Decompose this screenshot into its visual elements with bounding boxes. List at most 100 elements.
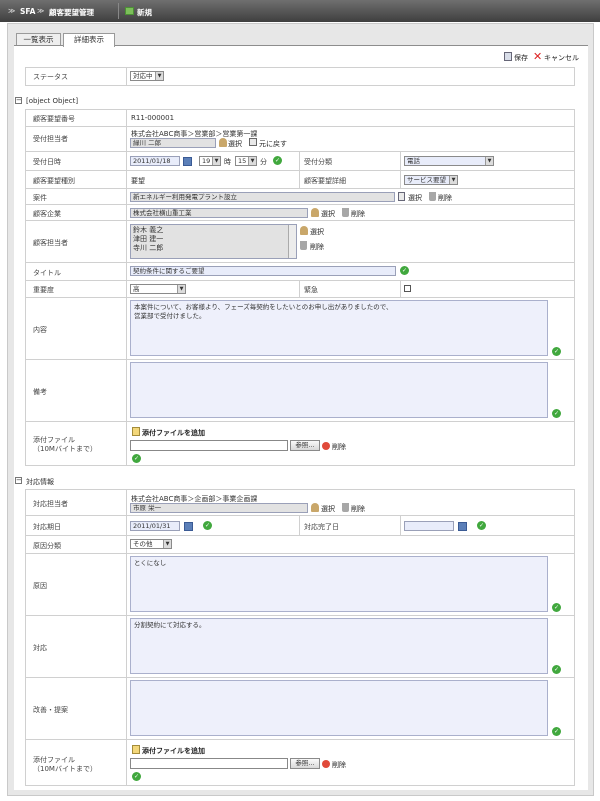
request-detail-select[interactable]: サービス要望 ▼ xyxy=(404,175,458,185)
received-at-label: 受付日時 xyxy=(33,158,61,166)
company-label: 顧客企業 xyxy=(33,210,61,218)
divider xyxy=(126,489,127,786)
divider xyxy=(25,170,575,171)
project-label: 案件 xyxy=(33,194,47,202)
calendar-icon[interactable] xyxy=(458,522,467,531)
project-delete-button[interactable]: 削除 xyxy=(438,193,452,203)
divider xyxy=(25,739,575,740)
contacts-label: 顧客担当者 xyxy=(33,239,68,247)
calendar-icon[interactable] xyxy=(183,157,192,166)
response-textarea[interactable]: 分割契約にて対応する。 xyxy=(130,618,548,674)
status-value: 対応中 xyxy=(133,72,153,80)
cause-type-select[interactable]: その他 ▼ xyxy=(130,539,172,549)
reception-type-select[interactable]: 電話 ▼ xyxy=(404,156,494,166)
delete-icon xyxy=(322,442,330,450)
due-date-input[interactable]: 2011/01/31 xyxy=(130,521,180,531)
project-select-button[interactable]: 選択 xyxy=(408,193,422,203)
receiver-select-button[interactable]: 選択 xyxy=(228,139,242,149)
new-tab[interactable]: 新規 xyxy=(137,7,152,18)
divider xyxy=(25,126,575,127)
hour-select[interactable]: 19 ▼ xyxy=(199,156,221,166)
cancel-button[interactable]: キャンセル xyxy=(544,53,579,63)
chevron-down-icon: ▼ xyxy=(449,176,457,184)
save-button[interactable]: 保存 xyxy=(514,53,528,63)
valid-check-icon: ✓ xyxy=(132,772,141,781)
valid-check-icon: ✓ xyxy=(400,266,409,275)
improve-textarea[interactable] xyxy=(130,680,548,736)
collapse-icon[interactable]: − xyxy=(15,97,22,104)
divider xyxy=(25,280,575,281)
valid-check-icon: ✓ xyxy=(273,156,282,165)
request-detail-value: サービス要望 xyxy=(407,176,446,184)
content-textarea[interactable]: 本案件について、お客様より、フェーズ毎契約をしたいとのお申し出がありましたので、… xyxy=(130,300,548,356)
attach-delete-button[interactable]: 削除 xyxy=(332,442,346,452)
company-delete-button[interactable]: 削除 xyxy=(351,209,365,219)
divider xyxy=(25,359,575,360)
file-path-input[interactable] xyxy=(130,758,288,769)
divider xyxy=(400,280,401,297)
chevron-down-icon: ▼ xyxy=(212,157,220,165)
reception-type-value: 電話 xyxy=(407,157,420,165)
priority-select[interactable]: 高 ▼ xyxy=(130,284,186,294)
divider xyxy=(126,67,127,86)
divider xyxy=(400,151,401,188)
hour-value: 19 xyxy=(202,157,211,165)
company-field: 株式会社横山重工業 xyxy=(130,208,308,218)
attachment-icon xyxy=(132,745,140,754)
urgent-checkbox[interactable] xyxy=(404,285,411,292)
valid-check-icon: ✓ xyxy=(477,521,486,530)
done-date-input[interactable] xyxy=(404,521,454,531)
breadcrumb-app[interactable]: SFA xyxy=(20,7,35,16)
save-icon xyxy=(504,52,512,61)
divider xyxy=(299,280,300,297)
handler-select-button[interactable]: 選択 xyxy=(321,504,335,514)
breadcrumb-module[interactable]: 顧客要望管理 xyxy=(49,7,94,18)
divider xyxy=(25,151,575,152)
valid-check-icon: ✓ xyxy=(552,727,561,736)
status-row xyxy=(25,67,575,86)
contacts-select-button[interactable]: 選択 xyxy=(310,227,324,237)
memo-textarea[interactable] xyxy=(130,362,548,418)
receiver-name-field: 緑川 二郎 xyxy=(130,138,216,148)
contacts-scrollbar[interactable] xyxy=(288,225,296,258)
calendar-icon[interactable] xyxy=(184,522,193,531)
status-select[interactable]: 対応中 ▼ xyxy=(130,71,164,81)
divider xyxy=(25,677,575,678)
contact-item[interactable]: 寺川 二郎 xyxy=(133,243,163,253)
tab-detail[interactable]: 詳細表示 xyxy=(63,33,115,47)
title-input[interactable]: 契約条件に関するご要望 xyxy=(130,266,396,276)
file-path-input[interactable] xyxy=(130,440,288,451)
browse-button[interactable]: 参照... xyxy=(290,440,320,451)
handler-delete-button[interactable]: 削除 xyxy=(351,504,365,514)
minute-select[interactable]: 15 ▼ xyxy=(235,156,257,166)
divider xyxy=(25,297,575,298)
attach-add-link[interactable]: 添付ファイルを追加 xyxy=(142,428,205,438)
valid-check-icon: ✓ xyxy=(132,454,141,463)
browse-button[interactable]: 参照... xyxy=(290,758,320,769)
improve-label: 改善・提案 xyxy=(33,706,68,714)
done-label: 対応完了日 xyxy=(304,523,339,531)
divider xyxy=(400,515,401,535)
receiver-label: 受付担当者 xyxy=(33,135,68,143)
received-date-input[interactable]: 2011/01/18 xyxy=(130,156,180,166)
request-number-value: R11-000001 xyxy=(131,114,175,122)
receiver-revert-button[interactable]: 元に戻す xyxy=(259,139,287,149)
company-select-button[interactable]: 選択 xyxy=(321,209,335,219)
memo-label: 備考 xyxy=(33,388,47,396)
breadcrumb-arrow-icon: ≫ xyxy=(8,7,16,15)
minute-value: 15 xyxy=(238,157,247,165)
new-icon xyxy=(125,7,134,15)
valid-check-icon: ✓ xyxy=(552,409,561,418)
attach-add-link[interactable]: 添付ファイルを追加 xyxy=(142,746,205,756)
attach-limit-label: （10Mバイトまで） xyxy=(33,765,97,773)
attach-delete-button[interactable]: 削除 xyxy=(332,760,346,770)
section-customer-request: [object Object] xyxy=(26,97,79,105)
divider xyxy=(118,3,119,19)
contacts-delete-button[interactable]: 削除 xyxy=(310,242,324,252)
cause-textarea[interactable]: とくになし xyxy=(130,556,548,612)
collapse-icon[interactable]: − xyxy=(15,477,22,484)
building-icon xyxy=(311,208,319,217)
attachment-icon xyxy=(132,427,140,436)
divider xyxy=(25,421,575,422)
divider xyxy=(25,615,575,616)
